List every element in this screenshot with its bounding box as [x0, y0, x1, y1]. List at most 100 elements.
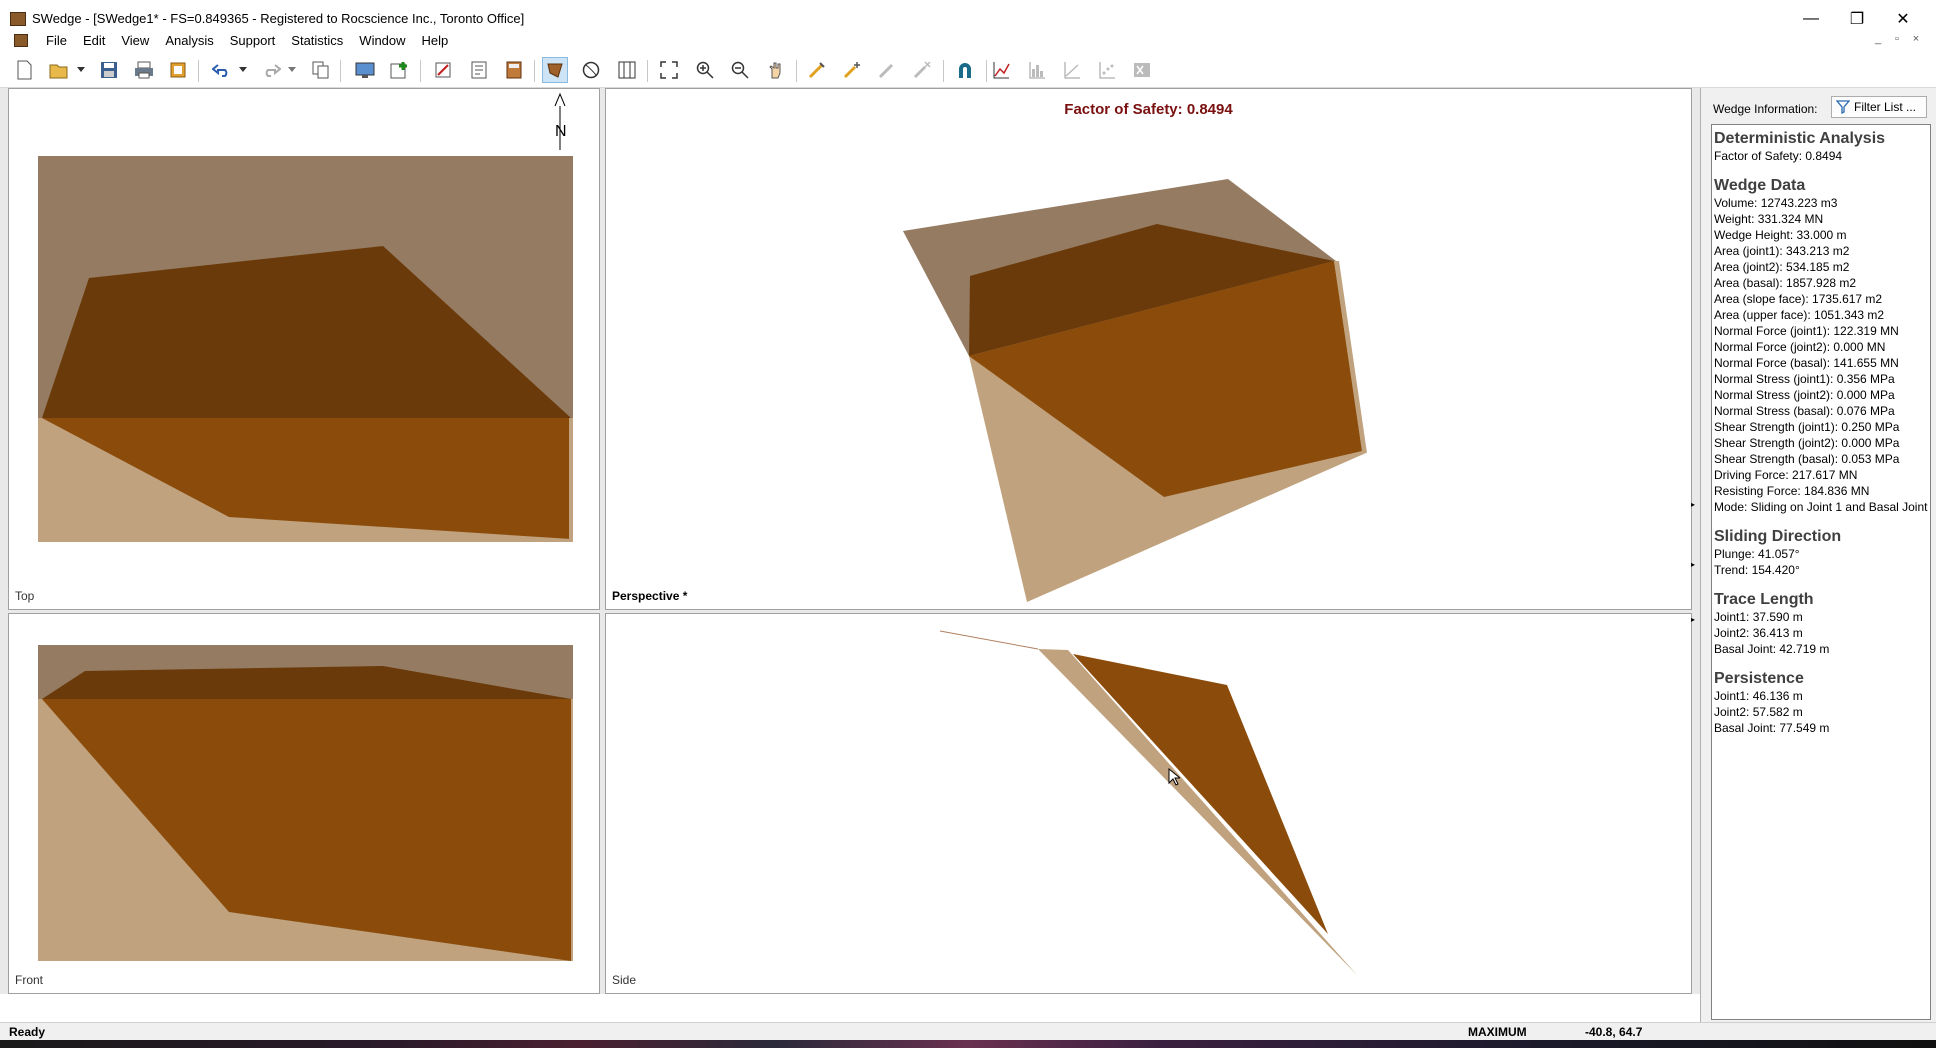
- render-icon[interactable]: [352, 57, 378, 83]
- side-view[interactable]: Side: [605, 613, 1692, 994]
- perspective-view[interactable]: Factor of Safety: 0.8494 Perspective *: [605, 88, 1692, 610]
- info-row: Resisting Force: 184.836 MN: [1714, 484, 1870, 498]
- top-view-label: Top: [15, 589, 35, 603]
- add-icon[interactable]: [387, 57, 413, 83]
- copy-icon[interactable]: [308, 57, 334, 83]
- info-row: Normal Stress (joint1): 0.356 MPa: [1714, 372, 1895, 386]
- section-heading: Sliding Direction: [1714, 528, 1842, 545]
- north-label: N: [555, 123, 567, 140]
- graph-icon[interactable]: [988, 57, 1014, 83]
- section-heading: Trace Length: [1714, 591, 1814, 608]
- menu-view[interactable]: View: [113, 33, 157, 49]
- filter-list-button[interactable]: Filter List ...: [1831, 96, 1927, 118]
- mdi-close-button[interactable]: ×: [1908, 33, 1924, 47]
- wedge-edge: [569, 418, 573, 542]
- menu-edit[interactable]: Edit: [75, 33, 113, 49]
- info-row: Area (joint1): 343.213 m2: [1714, 244, 1850, 258]
- mdi-minimize-button[interactable]: _: [1870, 33, 1886, 47]
- wedge-info-panel: Wedge Information: Filter List ... Deter…: [1700, 88, 1936, 1022]
- export-icon[interactable]: [165, 57, 191, 83]
- section-heading: Persistence: [1714, 670, 1804, 687]
- info-row: Area (slope face): 1735.617 m2: [1714, 292, 1883, 306]
- new-icon[interactable]: [11, 57, 37, 83]
- menu-bar: File Edit View Analysis Support Statisti…: [0, 30, 1936, 52]
- side-view-drawing: [939, 630, 1357, 975]
- bolt-edit-icon[interactable]: [874, 57, 900, 83]
- zoom-out-icon[interactable]: [727, 57, 753, 83]
- slope-trace-line: [939, 630, 1039, 650]
- menu-statistics[interactable]: Statistics: [283, 33, 351, 49]
- menu-file[interactable]: File: [38, 33, 75, 49]
- status-coordinates: -40.8, 64.7: [1585, 1025, 1643, 1039]
- magnet-icon[interactable]: [952, 57, 978, 83]
- bolt-delete-icon[interactable]: [909, 57, 935, 83]
- info-row: Normal Force (joint2): 0.000 MN: [1714, 340, 1886, 354]
- histogram-icon[interactable]: [1024, 57, 1050, 83]
- top-view[interactable]: Top: [8, 88, 600, 610]
- save-icon[interactable]: [96, 57, 122, 83]
- front-view-label: Front: [15, 973, 44, 987]
- info-row: Shear Strength (basal): 0.053 MPa: [1714, 452, 1900, 466]
- splitter-arrow-icon[interactable]: ▸: [1691, 500, 1697, 509]
- excel-icon[interactable]: [1129, 57, 1155, 83]
- info-row: Volume: 12743.223 m3: [1714, 196, 1838, 210]
- stereonet-icon[interactable]: [578, 57, 604, 83]
- top-view-drawing: [38, 156, 573, 542]
- workspace: Top N Factor of Safety: 0.8494 Perspecti…: [0, 88, 1700, 994]
- info-row: Shear Strength (joint2): 0.000 MPa: [1714, 436, 1900, 450]
- info-row: Wedge Height: 33.000 m: [1714, 228, 1847, 242]
- info-row: Joint2: 36.413 m: [1714, 626, 1803, 640]
- perspective-view-label: Perspective *: [612, 589, 688, 603]
- info-row: Basal Joint: 77.549 m: [1714, 721, 1830, 735]
- line-graph-icon[interactable]: [1059, 57, 1085, 83]
- splitter-arrow-icon[interactable]: ▸: [1691, 615, 1697, 624]
- redo-icon[interactable]: [258, 57, 284, 83]
- zoom-in-icon[interactable]: [692, 57, 718, 83]
- wedge-face: [1073, 654, 1328, 934]
- info-row: Joint1: 46.136 m: [1714, 689, 1803, 703]
- info-row: Area (upper face): 1051.343 m2: [1714, 308, 1885, 322]
- report-icon[interactable]: [466, 57, 492, 83]
- info-row: Joint1: 37.590 m: [1714, 610, 1803, 624]
- print-icon[interactable]: [131, 57, 157, 83]
- bolt-add-icon[interactable]: [839, 57, 865, 83]
- info-row: Normal Force (joint1): 122.319 MN: [1714, 324, 1899, 338]
- zoom-all-icon[interactable]: [656, 57, 682, 83]
- info-row: Trend: 154.420°: [1714, 563, 1800, 577]
- status-mode: MAXIMUM: [1468, 1025, 1527, 1039]
- dropdown-icon[interactable]: [74, 57, 88, 83]
- document-icon[interactable]: [14, 34, 28, 47]
- wedge-view-icon[interactable]: [542, 57, 568, 83]
- info-row: Normal Stress (joint2): 0.000 MPa: [1714, 388, 1895, 402]
- pan-icon[interactable]: [762, 57, 788, 83]
- perspective-drawing: [903, 179, 1367, 602]
- scatter-icon[interactable]: [1094, 57, 1120, 83]
- section-heading: Wedge Data: [1714, 177, 1806, 194]
- info-row: Weight: 331.324 MN: [1714, 212, 1824, 226]
- wedge-info-list[interactable]: Deterministic Analysis Factor of Safety:…: [1711, 124, 1931, 1020]
- menu-window[interactable]: Window: [351, 33, 413, 49]
- toolbar: [0, 52, 1936, 88]
- menu-analysis[interactable]: Analysis: [157, 33, 221, 49]
- wedge-info-label: Wedge Information:: [1713, 102, 1818, 116]
- edit-icon[interactable]: [430, 57, 456, 83]
- info-row: Basal Joint: 42.719 m: [1714, 642, 1830, 656]
- split-view-icon[interactable]: [614, 57, 640, 83]
- menu-items: File Edit View Analysis Support Statisti…: [38, 33, 456, 49]
- calculator-icon[interactable]: [501, 57, 527, 83]
- status-text: Ready: [9, 1025, 46, 1039]
- info-row: Area (joint2): 534.185 m2: [1714, 260, 1850, 274]
- undo-dropdown-icon[interactable]: [236, 57, 250, 83]
- redo-dropdown-icon[interactable]: [285, 57, 299, 83]
- menu-support[interactable]: Support: [222, 33, 284, 49]
- splitter-arrow-icon[interactable]: ▸: [1691, 560, 1697, 569]
- front-view[interactable]: Front: [8, 613, 600, 994]
- info-row: Normal Force (basal): 141.655 MN: [1714, 356, 1899, 370]
- menu-help[interactable]: Help: [414, 33, 457, 49]
- open-icon[interactable]: [46, 57, 72, 83]
- bolt-icon[interactable]: [804, 57, 830, 83]
- side-view-label: Side: [612, 973, 637, 987]
- mdi-restore-button[interactable]: ▫: [1889, 33, 1905, 47]
- undo-icon[interactable]: [209, 57, 235, 83]
- info-row: Joint2: 57.582 m: [1714, 705, 1803, 719]
